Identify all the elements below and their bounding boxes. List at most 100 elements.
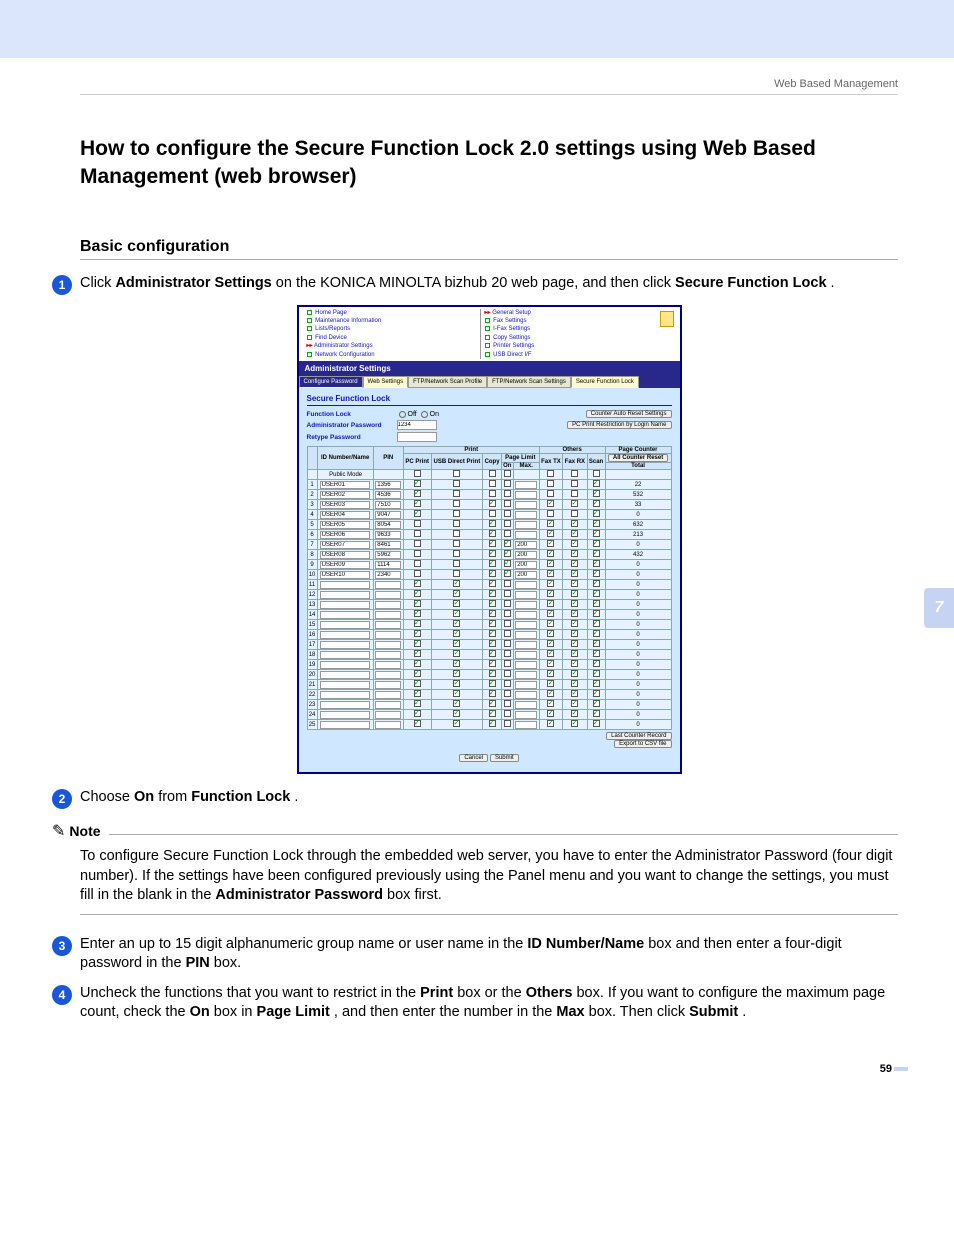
checkbox[interactable] bbox=[453, 560, 460, 567]
checkbox[interactable] bbox=[489, 700, 496, 707]
checkbox[interactable] bbox=[571, 490, 578, 497]
checkbox[interactable] bbox=[593, 650, 600, 657]
checkbox[interactable] bbox=[504, 600, 511, 607]
checkbox[interactable] bbox=[453, 680, 460, 687]
pin-input[interactable] bbox=[375, 671, 401, 679]
checkbox[interactable] bbox=[504, 480, 511, 487]
checkbox[interactable] bbox=[504, 500, 511, 507]
checkbox[interactable] bbox=[504, 550, 511, 557]
admin-password-input[interactable] bbox=[397, 420, 437, 430]
max-input[interactable] bbox=[515, 561, 537, 569]
checkbox[interactable] bbox=[504, 470, 511, 477]
checkbox[interactable] bbox=[504, 530, 511, 537]
pin-input[interactable] bbox=[375, 531, 401, 539]
checkbox[interactable] bbox=[571, 680, 578, 687]
checkbox[interactable] bbox=[593, 620, 600, 627]
pin-input[interactable] bbox=[375, 631, 401, 639]
checkbox[interactable] bbox=[547, 600, 554, 607]
checkbox[interactable] bbox=[593, 610, 600, 617]
name-input[interactable] bbox=[320, 601, 370, 609]
checkbox[interactable] bbox=[547, 680, 554, 687]
checkbox[interactable] bbox=[414, 630, 421, 637]
checkbox[interactable] bbox=[504, 650, 511, 657]
name-input[interactable] bbox=[320, 481, 370, 489]
checkbox[interactable] bbox=[547, 490, 554, 497]
tab[interactable]: Configure Password bbox=[299, 376, 363, 388]
checkbox[interactable] bbox=[547, 620, 554, 627]
max-input[interactable] bbox=[515, 491, 537, 499]
checkbox[interactable] bbox=[571, 690, 578, 697]
name-input[interactable] bbox=[320, 611, 370, 619]
checkbox[interactable] bbox=[547, 510, 554, 517]
retype-password-input[interactable] bbox=[397, 432, 437, 442]
checkbox[interactable] bbox=[489, 640, 496, 647]
checkbox[interactable] bbox=[414, 580, 421, 587]
checkbox[interactable] bbox=[547, 480, 554, 487]
pin-input[interactable] bbox=[375, 481, 401, 489]
checkbox[interactable] bbox=[453, 600, 460, 607]
checkbox[interactable] bbox=[593, 690, 600, 697]
checkbox[interactable] bbox=[571, 540, 578, 547]
checkbox[interactable] bbox=[453, 690, 460, 697]
checkbox[interactable] bbox=[547, 700, 554, 707]
checkbox[interactable] bbox=[414, 550, 421, 557]
max-input[interactable] bbox=[515, 681, 537, 689]
checkbox[interactable] bbox=[489, 710, 496, 717]
checkbox[interactable] bbox=[453, 580, 460, 587]
checkbox[interactable] bbox=[593, 520, 600, 527]
checkbox[interactable] bbox=[571, 710, 578, 717]
max-input[interactable] bbox=[515, 551, 537, 559]
checkbox[interactable] bbox=[453, 660, 460, 667]
checkbox[interactable] bbox=[414, 670, 421, 677]
checkbox[interactable] bbox=[489, 570, 496, 577]
checkbox[interactable] bbox=[453, 520, 460, 527]
checkbox[interactable] bbox=[489, 680, 496, 687]
checkbox[interactable] bbox=[504, 520, 511, 527]
checkbox[interactable] bbox=[414, 560, 421, 567]
settings-tabs[interactable]: Configure PasswordWeb SettingsFTP/Networ… bbox=[299, 376, 680, 388]
max-input[interactable] bbox=[515, 611, 537, 619]
checkbox[interactable] bbox=[571, 610, 578, 617]
nav-right-item[interactable]: Copy Settings bbox=[485, 334, 654, 342]
max-input[interactable] bbox=[515, 721, 537, 729]
checkbox[interactable] bbox=[593, 640, 600, 647]
max-input[interactable] bbox=[515, 701, 537, 709]
checkbox[interactable] bbox=[489, 660, 496, 667]
max-input[interactable] bbox=[515, 651, 537, 659]
checkbox[interactable] bbox=[489, 500, 496, 507]
checkbox[interactable] bbox=[504, 540, 511, 547]
checkbox[interactable] bbox=[414, 480, 421, 487]
checkbox[interactable] bbox=[547, 580, 554, 587]
checkbox[interactable] bbox=[504, 670, 511, 677]
max-input[interactable] bbox=[515, 501, 537, 509]
checkbox[interactable] bbox=[547, 540, 554, 547]
checkbox[interactable] bbox=[414, 570, 421, 577]
nav-left-item[interactable]: Lists/Reports bbox=[307, 325, 476, 333]
checkbox[interactable] bbox=[489, 550, 496, 557]
checkbox[interactable] bbox=[414, 600, 421, 607]
pin-input[interactable] bbox=[375, 511, 401, 519]
checkbox[interactable] bbox=[453, 650, 460, 657]
checkbox[interactable] bbox=[489, 580, 496, 587]
nav-right-item[interactable]: Fax Settings bbox=[485, 317, 654, 325]
checkbox[interactable] bbox=[489, 670, 496, 677]
name-input[interactable] bbox=[320, 551, 370, 559]
checkbox[interactable] bbox=[547, 670, 554, 677]
checkbox[interactable] bbox=[504, 610, 511, 617]
pin-input[interactable] bbox=[375, 711, 401, 719]
cancel-button[interactable]: Cancel bbox=[459, 754, 488, 762]
checkbox[interactable] bbox=[571, 620, 578, 627]
checkbox[interactable] bbox=[453, 500, 460, 507]
checkbox[interactable] bbox=[414, 520, 421, 527]
checkbox[interactable] bbox=[571, 630, 578, 637]
checkbox[interactable] bbox=[489, 650, 496, 657]
counter-auto-reset-button[interactable]: Counter Auto Reset Settings bbox=[586, 410, 672, 418]
submit-button[interactable]: Submit bbox=[490, 754, 519, 762]
pin-input[interactable] bbox=[375, 491, 401, 499]
checkbox[interactable] bbox=[414, 660, 421, 667]
export-csv-button[interactable]: Export to CSV file bbox=[614, 740, 671, 748]
checkbox[interactable] bbox=[571, 520, 578, 527]
checkbox[interactable] bbox=[489, 690, 496, 697]
nav-left-item[interactable]: Maintenance Information bbox=[307, 317, 476, 325]
name-input[interactable] bbox=[320, 641, 370, 649]
